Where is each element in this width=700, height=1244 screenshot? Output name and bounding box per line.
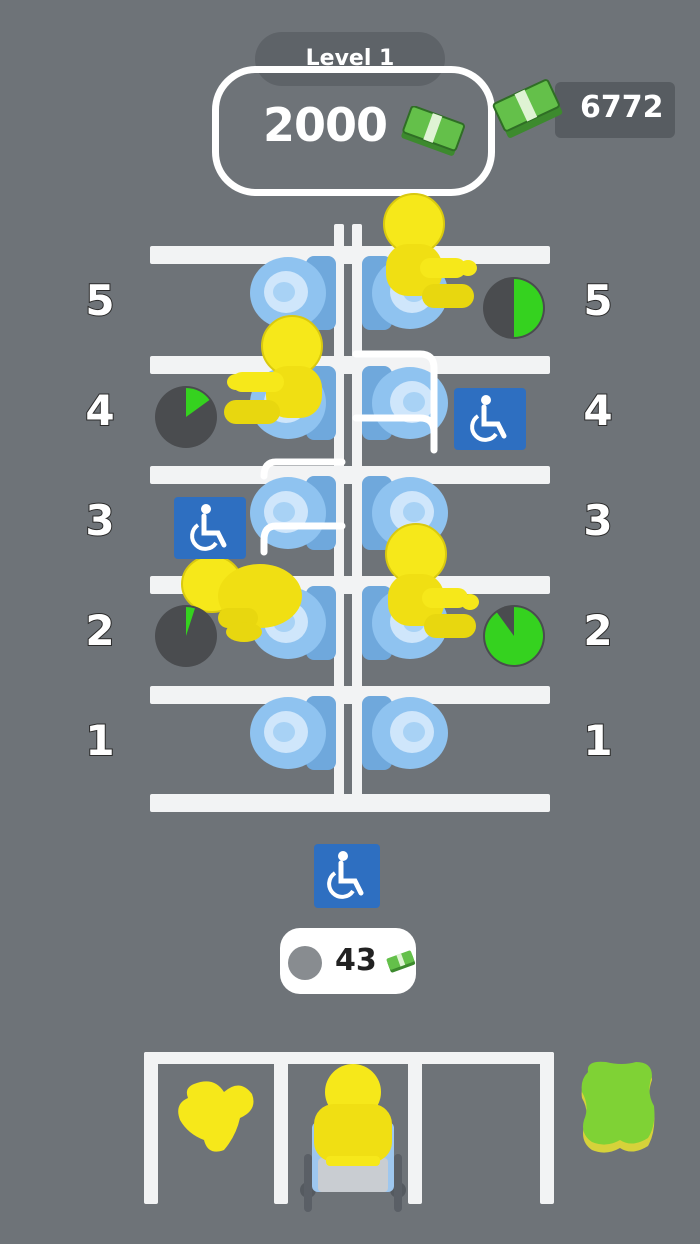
stall-timer bbox=[155, 386, 217, 448]
stall-divider bbox=[150, 466, 550, 484]
cash-stack-icon bbox=[401, 106, 465, 156]
queue-rail bbox=[274, 1052, 288, 1204]
right-row-number-5: 5 bbox=[582, 275, 613, 326]
wheelchair-icon bbox=[174, 497, 246, 559]
customer-figure bbox=[224, 315, 323, 424]
queue-rail bbox=[408, 1052, 422, 1204]
customer-figure bbox=[385, 523, 479, 638]
sponge-icon[interactable] bbox=[576, 1060, 658, 1158]
cash-stack-icon bbox=[386, 950, 416, 973]
right-row-number-2: 2 bbox=[582, 605, 613, 656]
stall-timer bbox=[483, 277, 545, 339]
left-row-number-1: 1 bbox=[84, 715, 115, 766]
toilet[interactable] bbox=[360, 690, 450, 776]
wheelchair-icon bbox=[454, 388, 526, 450]
stall-timer bbox=[155, 605, 217, 667]
left-row-number-2: 2 bbox=[84, 605, 115, 656]
right-row-number-3: 3 bbox=[582, 495, 613, 546]
queue-rail bbox=[144, 1052, 158, 1204]
grab-bar bbox=[352, 350, 438, 454]
wheelchair-customer[interactable] bbox=[300, 1062, 406, 1226]
stall-timer bbox=[483, 605, 545, 667]
grab-bar bbox=[260, 458, 346, 556]
left-row-number-4: 4 bbox=[84, 385, 115, 436]
customer-figure bbox=[383, 193, 477, 308]
coin-icon bbox=[288, 946, 322, 980]
left-row-number-5: 5 bbox=[84, 275, 115, 326]
unlock-cost-value: 43 bbox=[335, 943, 377, 978]
stall-divider bbox=[150, 246, 550, 264]
right-row-number-4: 4 bbox=[582, 385, 613, 436]
wheelchair-icon[interactable] bbox=[314, 844, 380, 908]
queue-rail bbox=[540, 1052, 554, 1204]
cash-balance: 6772 bbox=[580, 90, 664, 125]
target-money-value: 2000 bbox=[263, 98, 388, 152]
stall-divider bbox=[150, 794, 550, 812]
yellow-spill[interactable] bbox=[174, 1074, 258, 1156]
stall-divider bbox=[150, 686, 550, 704]
cash-stack-icon bbox=[492, 79, 563, 138]
toilet[interactable] bbox=[248, 690, 338, 776]
right-row-number-1: 1 bbox=[582, 715, 613, 766]
left-row-number-3: 3 bbox=[84, 495, 115, 546]
